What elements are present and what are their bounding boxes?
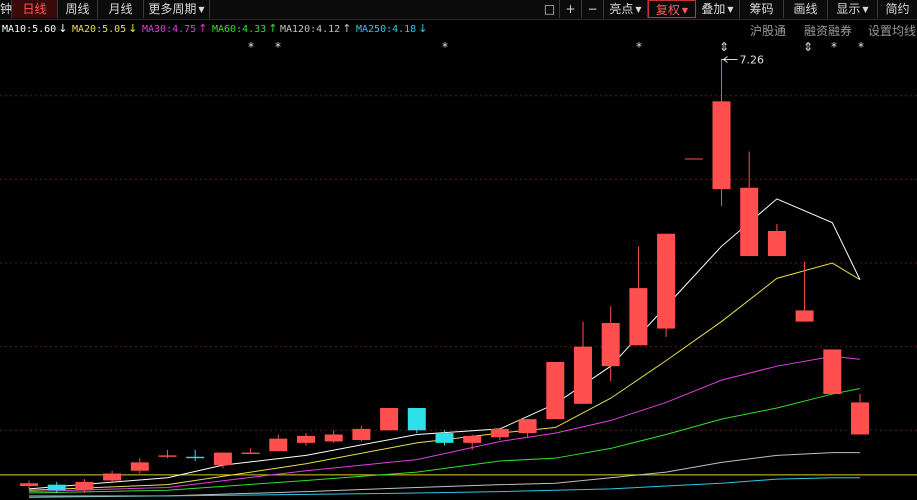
window-button[interactable]: □ xyxy=(540,0,560,18)
high-price-label: 7.26 xyxy=(740,54,765,67)
ma20-legend: MA20:5.05 ↓ xyxy=(72,22,138,35)
candle-body xyxy=(601,322,620,367)
candle-body xyxy=(241,452,260,454)
candle-body xyxy=(463,435,482,443)
kline-chart[interactable]: 7.26 xyxy=(0,40,917,500)
ma-legend-row: MA10:5.60 ↓ MA20:5.05 ↓ MA30:4.75 ↑ MA60:4.… xyxy=(0,20,917,39)
candle-body xyxy=(130,462,149,471)
candle-body xyxy=(851,402,869,435)
overlay-button[interactable]: 叠加 ▼ xyxy=(696,0,740,18)
candle-body xyxy=(324,434,343,442)
candle-body xyxy=(297,435,315,443)
candle-body xyxy=(352,428,371,441)
caret-down-icon: ▼ xyxy=(681,6,689,15)
period-toolbar: 钟 日线 周线 月线 更多周期 ▼ □ + − 亮点 ▼ 复权 ▼ 叠加 ▼ 筹码 画线… xyxy=(0,0,917,20)
candle-body xyxy=(546,362,565,420)
caret-down-icon: ▼ xyxy=(198,5,205,14)
hk-connect-link[interactable]: 沪股通 xyxy=(750,22,786,39)
candle-body xyxy=(684,158,703,160)
caret-down-icon: ▼ xyxy=(862,5,869,14)
highlight-button[interactable]: 亮点 ▼ xyxy=(604,0,648,18)
set-ma-link[interactable]: 设置均线 xyxy=(868,22,916,39)
ma-line-ma30 xyxy=(28,355,861,493)
ma30-legend: MA30:4.75 ↑ xyxy=(142,22,208,35)
tab-more-periods-label: 更多周期 xyxy=(148,2,197,16)
candle-body xyxy=(213,452,232,466)
arrow-down-icon: ↓ xyxy=(128,22,138,35)
chips-button[interactable]: 筹码 xyxy=(740,0,784,18)
display-button[interactable]: 显示 ▼ xyxy=(828,0,878,18)
ma250-legend: MA250:4.18 ↓ xyxy=(356,22,428,35)
zoom-out-button[interactable]: − xyxy=(582,0,604,18)
candle-body xyxy=(407,408,426,431)
candle-body xyxy=(269,438,288,452)
left-glyph[interactable]: 钟 xyxy=(0,0,12,18)
ma10-legend: MA10:5.60 ↓ xyxy=(2,22,68,35)
draw-line-button[interactable]: 画线 xyxy=(784,0,828,18)
candle-body xyxy=(574,346,592,404)
candle-body xyxy=(47,484,66,491)
candle-body xyxy=(103,473,122,481)
arrow-down-icon: ↓ xyxy=(418,22,428,35)
tab-weekly-label: 周线 xyxy=(65,2,90,16)
candle-body xyxy=(20,483,38,487)
candle-body xyxy=(518,419,537,434)
ma120-legend: MA120:4.12 ↑ xyxy=(280,22,352,35)
candle-body xyxy=(380,408,399,431)
arrow-up-icon: ↑ xyxy=(342,22,352,35)
candle-body xyxy=(712,101,731,190)
caret-down-icon: ▼ xyxy=(635,5,642,14)
simple-mode-button[interactable]: 简约 xyxy=(878,0,917,18)
candle-body xyxy=(795,310,814,322)
arrow-down-icon: ↓ xyxy=(58,22,68,35)
margin-trading-link[interactable]: 融资融券 xyxy=(804,22,852,39)
candle-body xyxy=(490,428,509,438)
arrow-up-icon: ↑ xyxy=(198,22,208,35)
adjust-button[interactable]: 复权 ▼ xyxy=(648,0,696,18)
candle-body xyxy=(158,455,177,457)
candle-body xyxy=(629,288,648,346)
candle-body xyxy=(75,481,94,491)
tab-daily[interactable]: 日线 xyxy=(12,0,58,18)
candle-body xyxy=(657,233,676,329)
candle-body xyxy=(767,230,786,257)
ma60-legend: MA60:4.33 ↑ xyxy=(212,22,278,35)
candle-body xyxy=(186,456,205,459)
tab-daily-label: 日线 xyxy=(22,2,47,16)
candle-body xyxy=(740,187,759,257)
tab-monthly[interactable]: 月线 xyxy=(98,0,144,18)
candle-body xyxy=(435,433,454,443)
tab-weekly[interactable]: 周线 xyxy=(58,0,98,18)
arrow-up-icon: ↑ xyxy=(268,22,278,35)
zoom-in-button[interactable]: + xyxy=(560,0,582,18)
tab-monthly-label: 月线 xyxy=(108,2,133,16)
caret-down-icon: ▼ xyxy=(727,5,734,14)
tab-more-periods[interactable]: 更多周期 ▼ xyxy=(144,0,210,18)
candle-body xyxy=(823,349,842,395)
